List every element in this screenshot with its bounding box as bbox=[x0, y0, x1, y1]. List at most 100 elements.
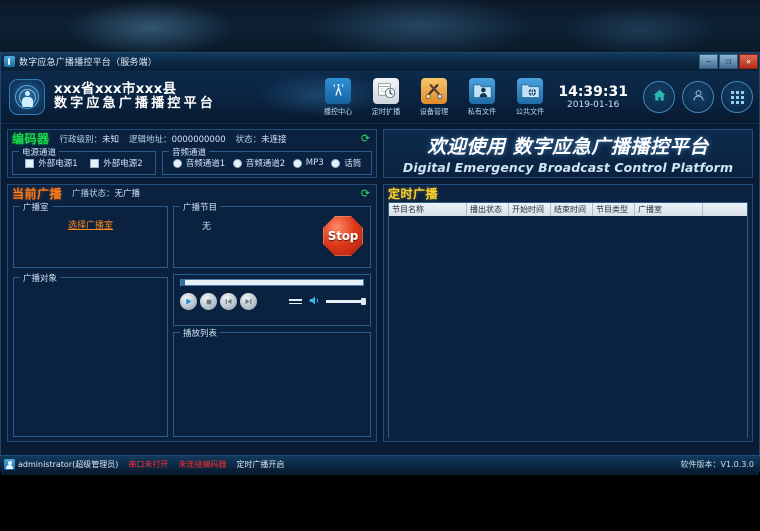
play-button[interactable] bbox=[180, 293, 197, 310]
toolbar-item-broadcast-center[interactable]: 播控中心 bbox=[314, 78, 362, 117]
radio-microphone[interactable]: 话筒 bbox=[331, 157, 361, 169]
clock-date: 2019-01-16 bbox=[558, 100, 628, 110]
broadcast-status: 广播状态：无广播 bbox=[72, 187, 140, 199]
volume-handle[interactable] bbox=[361, 298, 366, 305]
encoder-admin-level-value: 未知 bbox=[102, 135, 119, 145]
current-broadcast-title: 当前广播 bbox=[12, 185, 62, 202]
encoder-logic-address: 逻辑地址：0000000000 bbox=[129, 133, 226, 145]
playlist-legend: 播放列表 bbox=[180, 327, 220, 339]
close-button[interactable]: ✕ bbox=[739, 54, 758, 69]
encoder-status-label: 状态： bbox=[236, 135, 262, 145]
stop-button[interactable] bbox=[200, 293, 217, 310]
column-header-end-time[interactable]: 结束时间 bbox=[551, 203, 593, 216]
toolbar-label: 播控中心 bbox=[324, 106, 353, 116]
broadcast-tower-icon bbox=[325, 78, 351, 104]
audio-channel-group: 音频通道 音频通道1 音频通道2 bbox=[162, 151, 372, 175]
next-button[interactable] bbox=[240, 293, 257, 310]
user-badge-icon bbox=[4, 459, 15, 470]
brand-line-1: xxx省xxx市xxx县 bbox=[54, 82, 216, 97]
current-broadcast-body: 广播室 选择广播室 广播对象 广播节目 无 bbox=[8, 201, 376, 442]
option-label: MP3 bbox=[306, 158, 324, 168]
serial-port-status: 串口未打开 bbox=[128, 459, 168, 470]
column-header-start-time[interactable]: 开始时间 bbox=[509, 203, 551, 216]
toolbar-item-public-files[interactable]: 公共文件 bbox=[506, 78, 554, 117]
previous-button[interactable] bbox=[220, 293, 237, 310]
column-header-extra[interactable] bbox=[703, 203, 747, 216]
previous-icon bbox=[224, 297, 233, 306]
refresh-icon[interactable]: ⟳ bbox=[360, 133, 371, 144]
toolbar-item-device-management[interactable]: 设备管理 bbox=[410, 78, 458, 117]
timed-broadcast-title: 定时广播 bbox=[388, 185, 438, 202]
column-header-play-status[interactable]: 播出状态 bbox=[467, 203, 509, 216]
option-label: 外部电源1 bbox=[38, 157, 77, 169]
broadcast-right-column: 广播节目 无 Stop bbox=[173, 206, 371, 437]
toolbar-label: 定时扩播 bbox=[372, 106, 401, 116]
seek-handle[interactable] bbox=[181, 279, 185, 286]
broadcast-left-column: 广播室 选择广播室 广播对象 bbox=[13, 206, 168, 437]
status-taskbar: administrator(超级管理员) 串口未打开 未连接编码器 定时广播开启… bbox=[0, 455, 760, 472]
media-player bbox=[173, 274, 371, 326]
column-header-program-name[interactable]: 节目名称 bbox=[389, 203, 467, 216]
broadcast-room-legend: 广播室 bbox=[20, 201, 52, 213]
stop-broadcast-button[interactable]: Stop bbox=[323, 216, 363, 256]
encoder-channels: 电源通道 外部电源1 外部电源2 bbox=[8, 147, 376, 175]
player-controls bbox=[180, 293, 364, 310]
toolbar-item-timed-broadcast[interactable]: 定时扩播 bbox=[362, 78, 410, 117]
checkbox-icon bbox=[90, 159, 99, 168]
equalizer-icon[interactable] bbox=[289, 299, 302, 304]
current-user[interactable]: administrator(超级管理员) bbox=[4, 459, 118, 470]
tools-icon bbox=[421, 78, 447, 104]
app-icon bbox=[4, 56, 15, 67]
minimize-button[interactable]: — bbox=[699, 54, 718, 69]
volume-slider[interactable] bbox=[326, 300, 364, 303]
radio-audio-channel-1[interactable]: 音频通道1 bbox=[173, 157, 225, 169]
broadcast-room-group: 广播室 选择广播室 bbox=[13, 206, 168, 268]
maximize-button[interactable]: ❐ bbox=[719, 54, 738, 69]
brand-text: xxx省xxx市xxx县 数字应急广播播控平台 bbox=[54, 82, 216, 112]
radio-mp3[interactable]: MP3 bbox=[293, 158, 324, 168]
radio-icon bbox=[173, 159, 182, 168]
power-channel-group: 电源通道 外部电源1 外部电源2 bbox=[12, 151, 156, 175]
timed-broadcast-table: 节目名称 播出状态 开始时间 结束时间 节目类型 广播室 bbox=[388, 202, 748, 438]
broadcast-target-legend: 广播对象 bbox=[20, 272, 60, 284]
user-icon bbox=[691, 88, 706, 106]
radio-icon bbox=[233, 159, 242, 168]
encoder-logic-address-label: 逻辑地址： bbox=[129, 135, 172, 145]
header-toolbar: 播控中心 定时扩播 bbox=[314, 78, 759, 117]
radio-audio-channel-2[interactable]: 音频通道2 bbox=[233, 157, 285, 169]
select-broadcast-room-link[interactable]: 选择广播室 bbox=[14, 218, 167, 231]
option-label: 音频通道2 bbox=[246, 157, 285, 169]
encoder-admin-level-label: 行政级别： bbox=[60, 135, 103, 145]
encoder-logic-address-value: 0000000000 bbox=[172, 135, 226, 145]
refresh-icon[interactable]: ⟳ bbox=[360, 188, 371, 199]
header-clock: 14:39:31 2019-01-16 bbox=[558, 84, 628, 110]
column-header-broadcast-room[interactable]: 广播室 bbox=[635, 203, 703, 216]
speaker-icon[interactable] bbox=[309, 295, 321, 308]
software-version: 软件版本：V1.0.3.0 bbox=[681, 459, 756, 470]
encoder-admin-level: 行政级别：未知 bbox=[60, 133, 120, 145]
home-button[interactable] bbox=[643, 81, 675, 113]
audio-channel-legend: 音频通道 bbox=[169, 146, 209, 158]
toolbar-label: 私有文件 bbox=[468, 106, 497, 116]
table-body bbox=[389, 216, 747, 438]
right-column: 欢迎使用 数字应急广播播控平台 Digital Emergency Broadc… bbox=[381, 124, 759, 475]
apps-button[interactable] bbox=[721, 81, 753, 113]
encoder-status: 状态：未连接 bbox=[236, 133, 287, 145]
broadcast-target-group: 广播对象 bbox=[13, 277, 168, 437]
playlist-group: 播放列表 bbox=[173, 332, 371, 437]
toolbar-item-private-files[interactable]: 私有文件 bbox=[458, 78, 506, 117]
encoder-connection-status: 未连接编码器 bbox=[178, 459, 226, 470]
checkbox-external-power-2[interactable]: 外部电源2 bbox=[90, 157, 142, 169]
timed-broadcast-header: 定时广播 bbox=[384, 185, 752, 201]
checkbox-external-power-1[interactable]: 外部电源1 bbox=[25, 157, 77, 169]
private-folder-icon bbox=[469, 78, 495, 104]
encoder-panel: 编码器 行政级别：未知 逻辑地址：0000000000 状态：未连接 ⟳ bbox=[7, 129, 377, 178]
toolbar-label: 设备管理 bbox=[420, 106, 449, 116]
window-titlebar: 数字应急广播播控平台（服务端） — ❐ ✕ bbox=[1, 53, 759, 71]
column-header-program-type[interactable]: 节目类型 bbox=[593, 203, 635, 216]
apps-grid-icon bbox=[731, 91, 744, 104]
user-button[interactable] bbox=[682, 81, 714, 113]
table-header-row: 节目名称 播出状态 开始时间 结束时间 节目类型 广播室 bbox=[389, 203, 747, 216]
brand-logo: xxx省xxx市xxx县 数字应急广播播控平台 bbox=[1, 79, 216, 115]
seek-slider[interactable] bbox=[180, 279, 364, 286]
